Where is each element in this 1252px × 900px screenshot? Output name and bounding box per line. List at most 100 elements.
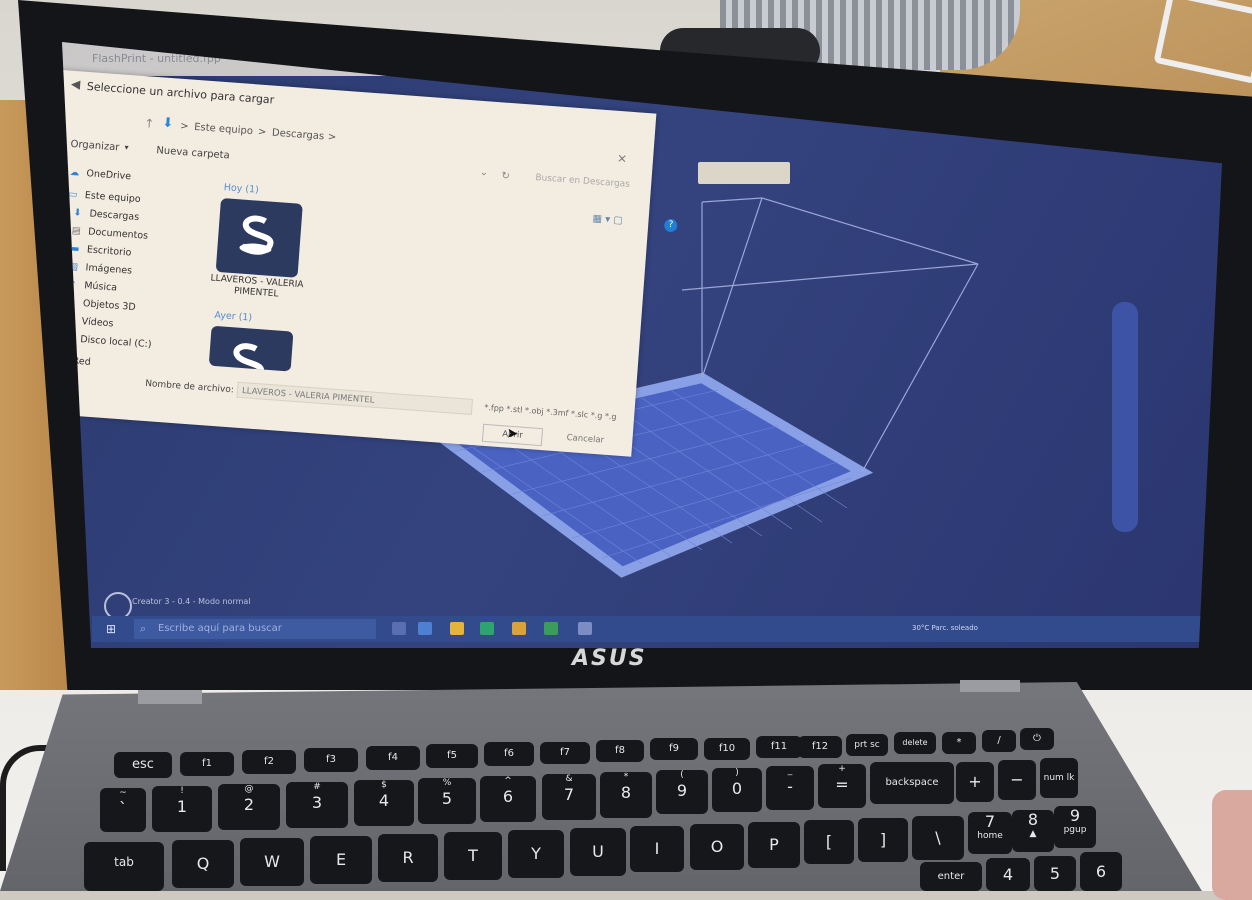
key-f8[interactable]: f8 (596, 740, 644, 762)
key-f3[interactable]: f3 (304, 748, 358, 772)
key-6[interactable]: ^ 6 (480, 776, 536, 822)
flashprint-taskbar-icon[interactable] (578, 622, 592, 635)
key-numpad-5[interactable]: 5 (1034, 856, 1076, 891)
breadcrumb-descargas[interactable]: Descargas (272, 128, 325, 143)
key-enter[interactable]: enter (920, 862, 982, 891)
widgets-icon[interactable] (418, 622, 432, 635)
key-asterisk[interactable]: * (942, 732, 976, 754)
nav-item-objetos-3d[interactable]: ◈Objetos 3D (65, 297, 136, 313)
key-i[interactable]: I (630, 826, 684, 872)
close-icon[interactable]: × (617, 151, 628, 166)
key-w[interactable]: W (240, 838, 304, 886)
key-t[interactable]: T (444, 832, 502, 880)
key-numpad-7[interactable]: 7 home (968, 812, 1012, 854)
key-o[interactable]: O (690, 824, 744, 870)
key-8[interactable]: * 8 (600, 772, 652, 818)
file-item-yesterday[interactable] (208, 325, 294, 372)
new-folder-button[interactable]: Nueva carpeta (156, 145, 230, 161)
key-esc[interactable]: esc (114, 752, 172, 778)
app-icon[interactable] (544, 622, 558, 635)
key-f7[interactable]: f7 (540, 742, 590, 764)
key-p[interactable]: P (748, 822, 800, 868)
key-u[interactable]: U (570, 828, 626, 876)
key-0[interactable]: ) 0 (712, 768, 762, 812)
key-prtsc[interactable]: prt sc (846, 734, 888, 756)
flashprint-file-icon (239, 215, 274, 255)
weather-tray: 30°C Parc. soleado (912, 624, 978, 632)
key-f2[interactable]: f2 (242, 750, 296, 774)
key-backtick[interactable]: ~ ` (100, 788, 146, 832)
key-numpad-6[interactable]: 6 (1080, 852, 1122, 891)
key-9[interactable]: (9 (656, 770, 708, 814)
key-backspace[interactable]: backspace (870, 762, 954, 804)
key-rbracket[interactable]: ] (858, 818, 908, 862)
file-type-filter[interactable]: *.fpp *.stl *.obj *.3mf *.slc *.g *.g (484, 403, 617, 422)
key-numlock[interactable]: num lk (1040, 758, 1078, 798)
nav-item-escritorio[interactable]: ▬ Escritorio (69, 243, 132, 258)
task-view-icon[interactable] (392, 622, 406, 635)
key-numpad-minus[interactable]: − (998, 760, 1036, 800)
key-f6[interactable]: f6 (484, 742, 534, 766)
chevron-down-icon[interactable]: ⌄ (479, 167, 488, 179)
flashprint-icon: ◀ (70, 76, 81, 92)
key-f5[interactable]: f5 (426, 744, 478, 768)
nav-item-imagenes[interactable]: ▨ Imágenes (67, 261, 133, 277)
key-2[interactable]: @2 (218, 784, 280, 830)
key-f12[interactable]: f12 (798, 736, 842, 758)
key-lbracket[interactable]: [ (804, 820, 854, 864)
key-4[interactable]: $4 (354, 780, 414, 826)
dialog-search-input[interactable]: Buscar en Descargas (535, 173, 630, 190)
file-name-input[interactable]: LLAVEROS - VALERIA PIMENTEL (236, 381, 474, 415)
key-r[interactable]: R (378, 834, 438, 882)
taskbar-search[interactable]: ⌕ Escribe aquí para buscar (134, 619, 376, 639)
view-options-icon[interactable]: ▦ ▾ ▢ (592, 213, 623, 226)
key-power[interactable]: ⏻ (1020, 728, 1054, 750)
file-item-llaveros[interactable] (215, 197, 303, 278)
app-searchbar[interactable] (698, 162, 790, 184)
edge-icon[interactable] (480, 622, 494, 635)
key-f9[interactable]: f9 (650, 738, 698, 760)
right-toolbar[interactable] (1112, 302, 1138, 532)
chevron-down-icon: ▾ (124, 142, 129, 153)
key-1[interactable]: ! 1 (152, 786, 212, 832)
key-numpad-9[interactable]: 9 pgup (1054, 806, 1096, 848)
nav-item-documentos[interactable]: ▤ Documentos (70, 225, 148, 242)
key-minus[interactable]: _ - (766, 766, 814, 810)
key-equals[interactable]: + = (818, 764, 866, 808)
taskbar-search-placeholder: Escribe aquí para buscar (158, 623, 282, 634)
key-backslash[interactable]: \ (912, 816, 964, 860)
file-explorer-icon[interactable] (450, 622, 464, 635)
up-arrow-icon[interactable]: ↑ (144, 116, 155, 131)
cancel-button[interactable]: Cancelar (556, 429, 615, 449)
breadcrumb-este-equipo[interactable]: Este equipo (194, 122, 254, 137)
file-name-label[interactable]: LLAVEROS - VALERIA PIMENTEL (206, 273, 307, 302)
key-delete[interactable]: delete (894, 732, 936, 754)
key-f10[interactable]: f10 (704, 738, 750, 760)
key-3[interactable]: #3 (286, 782, 348, 828)
nav-item-descargas[interactable]: ⬇ Descargas (71, 207, 139, 223)
key-numpad-plus[interactable]: + (956, 762, 994, 802)
key-tab[interactable]: tab (84, 842, 164, 891)
folder-icon[interactable] (512, 622, 526, 635)
windows-start-icon[interactable]: ⊞ (106, 622, 120, 636)
key-y[interactable]: Y (508, 830, 564, 878)
key-5[interactable]: % 5 (418, 778, 476, 824)
breadcrumb-sep: > (179, 120, 189, 133)
key-7[interactable]: & 7 (542, 774, 596, 820)
key-e[interactable]: E (310, 836, 372, 884)
key-f11[interactable]: f11 (756, 736, 802, 758)
key-q[interactable]: Q (172, 840, 234, 888)
nav-item-onedrive[interactable]: ☁ OneDrive (68, 166, 131, 182)
nav-item-este-equipo[interactable]: ▭ Este equipo (67, 189, 141, 205)
organize-button[interactable]: Organizar (70, 139, 120, 154)
key-f1[interactable]: f1 (180, 752, 234, 776)
key-numpad-8[interactable]: 8 ▲ (1012, 810, 1054, 852)
refresh-icon[interactable]: ↻ (501, 170, 510, 182)
key-numpad-4[interactable]: 4 (986, 858, 1030, 891)
key-f4[interactable]: f4 (366, 746, 420, 770)
key-slash[interactable]: / (982, 730, 1016, 752)
group-header-today[interactable]: Hoy (1) (223, 182, 259, 196)
dialog-title: Seleccione un archivo para cargar (86, 79, 275, 107)
cloud-icon: ☁ (69, 166, 80, 179)
group-header-yesterday[interactable]: Ayer (1) (214, 310, 252, 324)
